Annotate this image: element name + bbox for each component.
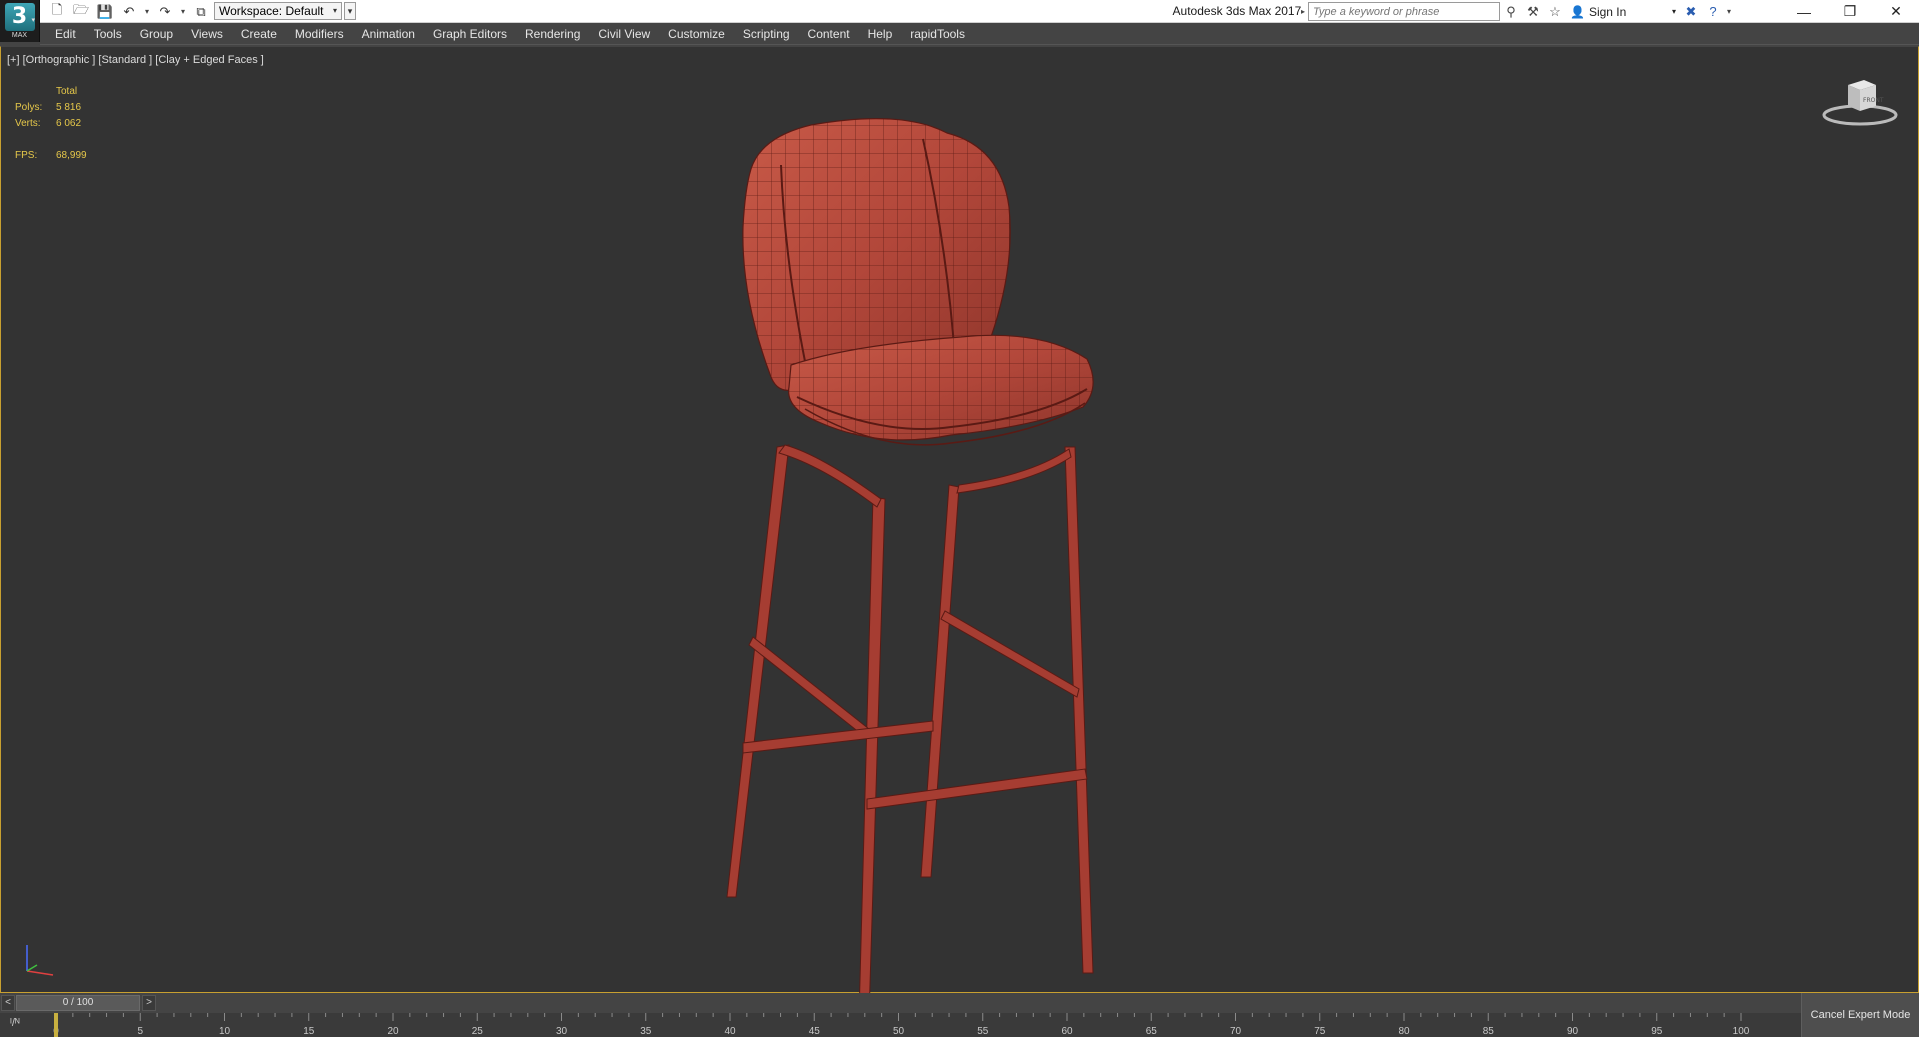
menu-edit[interactable]: Edit [53, 23, 85, 45]
time-slider-bar: < 0 / 100 > [0, 993, 1919, 1013]
menu-create[interactable]: Create [232, 23, 286, 45]
app-window: 3 MAX ▾ 🗋 🗁 💾 ↶ ▾ ↷ ▾ ⧉ Workspace: Defau… [0, 0, 1919, 1037]
ruler-tick-label: 90 [1567, 1026, 1579, 1037]
polys-label: Polys: [15, 102, 43, 113]
max-logo-icon: 3 [4, 3, 35, 31]
ruler-tick-label: 10 [219, 1026, 231, 1037]
workspace-dropdown[interactable]: Workspace: Default ▾ [214, 2, 342, 20]
restore-button[interactable]: ❐ [1827, 0, 1873, 23]
ruler-tick-label: 70 [1230, 1026, 1242, 1037]
time-prev-button[interactable]: < [1, 995, 15, 1011]
frame-ruler: 0510152025303540455055606570758085909510… [53, 1013, 1750, 1037]
ruler-tick-label: 55 [977, 1026, 989, 1037]
project-folder-icon[interactable]: ⧉ [190, 2, 212, 21]
cancel-expert-mode-button[interactable]: Cancel Expert Mode [1801, 993, 1919, 1037]
menu-rapidtools[interactable]: rapidTools [901, 23, 974, 45]
polys-value: 5 816 [56, 102, 82, 113]
ruler-tick-label: 100 [1733, 1026, 1750, 1037]
workspace-label: Workspace: Default [219, 4, 324, 18]
tools-icon[interactable]: ⚒ [1522, 2, 1544, 21]
ruler-tick-label: 5 [137, 1026, 143, 1037]
search-input[interactable] [1313, 3, 1499, 20]
redo-dropdown-icon[interactable]: ▾ [178, 2, 188, 21]
undo-icon[interactable]: ↶ [118, 2, 140, 21]
menu-customize[interactable]: Customize [659, 23, 734, 45]
menu-scripting[interactable]: Scripting [734, 23, 799, 45]
open-file-icon[interactable]: 🗁 [70, 2, 92, 21]
save-icon[interactable]: 💾 [94, 2, 116, 21]
fps-label: FPS: [15, 150, 38, 161]
ruler-tick-label: 45 [809, 1026, 821, 1037]
sign-in-label: Sign In [1588, 4, 1627, 19]
perspective-viewport[interactable]: [+] [Orthographic ] [Standard ] [Clay + … [0, 46, 1919, 1018]
close-button[interactable]: ✕ [1873, 0, 1919, 23]
ruler-tick-label: 50 [893, 1026, 905, 1037]
menu-views[interactable]: Views [182, 23, 232, 45]
ruler-tick-label: 85 [1483, 1026, 1495, 1037]
viewport-statistics: Total Polys: 5 816 Verts: 6 062 FPS: 68,999 [15, 84, 87, 164]
menu-animation[interactable]: Animation [353, 23, 424, 45]
ruler-tick-label: 80 [1398, 1026, 1410, 1037]
ruler-tick-label: 30 [556, 1026, 568, 1037]
ruler-tick-label: 25 [472, 1026, 484, 1037]
undo-dropdown-icon[interactable]: ▾ [142, 2, 152, 21]
current-frame-marker[interactable] [54, 1013, 58, 1037]
infocenter: ▸ ⚲ ⚒ ☆ 👤 Sign In ▾ ✖ ? ▾ [1298, 0, 1734, 23]
verts-label: Verts: [15, 118, 41, 129]
app-title: Autodesk 3ds Max 2017 [1172, 4, 1302, 18]
track-bar[interactable]: ᴵ/ᴺ 051015202530354045505560657075808590… [0, 1013, 1919, 1037]
viewport-label-menu[interactable]: [+] [Orthographic ] [Standard ] [Clay + … [7, 54, 264, 66]
menu-help[interactable]: Help [859, 23, 902, 45]
fps-value: 68,999 [56, 150, 87, 161]
menu-tools[interactable]: Tools [85, 23, 131, 45]
chevron-down-icon: ▾ [332, 6, 337, 15]
window-controls: — ❐ ✕ [1781, 0, 1919, 23]
favorites-star-icon[interactable]: ☆ [1544, 2, 1566, 21]
menu-civil-view[interactable]: Civil View [589, 23, 659, 45]
expand-arrow-icon[interactable]: ▸ [1298, 2, 1308, 21]
menu-rendering[interactable]: Rendering [516, 23, 589, 45]
help-icon[interactable]: ? [1702, 2, 1724, 21]
logo-sub-label: MAX [11, 32, 28, 39]
menu-modifiers[interactable]: Modifiers [286, 23, 353, 45]
redo-icon[interactable]: ↷ [154, 2, 176, 21]
ruler-tick-label: 75 [1314, 1026, 1326, 1037]
binoculars-icon[interactable]: ⚲ [1500, 2, 1522, 21]
ruler-tick-label: 95 [1651, 1026, 1663, 1037]
user-icon: 👤 [1570, 4, 1585, 19]
menu-content[interactable]: Content [799, 23, 859, 45]
application-button[interactable]: 3 MAX ▾ [0, 0, 40, 42]
stats-header: Total [56, 86, 78, 97]
menu-group[interactable]: Group [131, 23, 182, 45]
ruler-tick-label: 20 [387, 1026, 399, 1037]
verts-value: 6 062 [56, 118, 82, 129]
bar-stool-model[interactable] [701, 97, 1161, 1027]
minimize-button[interactable]: — [1781, 0, 1827, 23]
ruler-tick-label: 40 [724, 1026, 736, 1037]
quick-access-toolbar: 🗋 🗁 💾 ↶ ▾ ↷ ▾ ⧉ [46, 2, 212, 21]
menu-bar: Edit Tools Group Views Create Modifiers … [40, 23, 1919, 45]
time-slider[interactable]: 0 / 100 [16, 995, 140, 1011]
sign-in-button[interactable]: 👤 Sign In ▾ [1570, 5, 1680, 19]
help-dropdown-icon[interactable]: ▾ [1724, 2, 1734, 21]
customize-toolbar-button[interactable]: ▾ [344, 2, 356, 20]
chevron-down-icon: ▾ [1671, 7, 1676, 16]
title-bar: 3 MAX ▾ 🗋 🗁 💾 ↶ ▾ ↷ ▾ ⧉ Workspace: Defau… [0, 0, 1919, 42]
chevron-down-icon: ▾ [31, 17, 35, 24]
time-next-button[interactable]: > [142, 995, 156, 1011]
ruler-tick-label: 65 [1146, 1026, 1158, 1037]
ruler-tick-label: 35 [640, 1026, 652, 1037]
axis-tripod-icon [26, 945, 54, 976]
search-box[interactable] [1308, 2, 1500, 21]
viewcube-icon[interactable]: FRONT [1820, 71, 1900, 131]
menu-graph-editors[interactable]: Graph Editors [424, 23, 516, 45]
ruler-tick-label: 15 [303, 1026, 315, 1037]
autodesk-exchange-icon[interactable]: ✖ [1680, 2, 1702, 21]
svg-text:FRONT: FRONT [1863, 97, 1884, 104]
new-file-icon[interactable]: 🗋 [46, 2, 68, 21]
ruler-tick-label: 60 [1061, 1026, 1073, 1037]
